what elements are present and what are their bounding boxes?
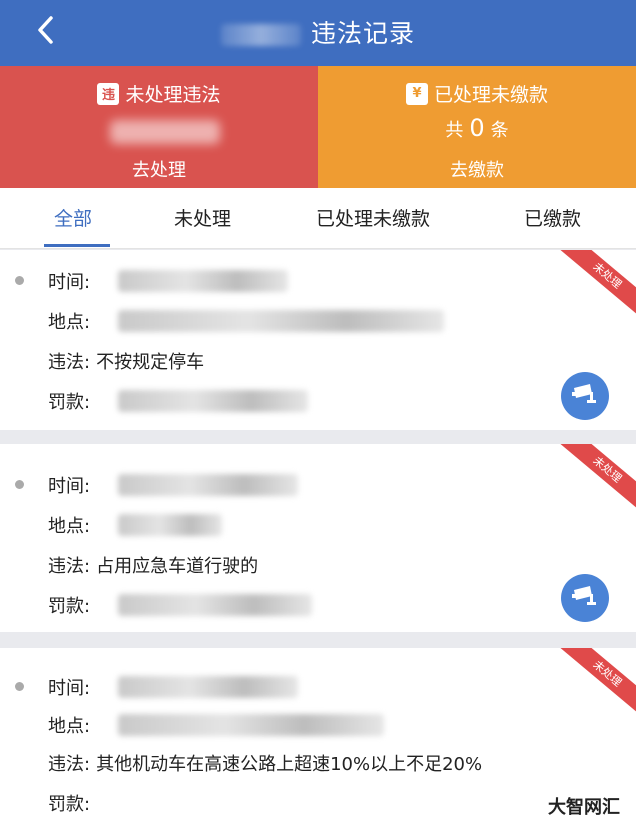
time-row: 时间: xyxy=(48,476,91,497)
tab-unprocessed[interactable]: 未处理 xyxy=(174,204,231,231)
fine-row: 罚款: xyxy=(48,794,91,815)
bullet-dot xyxy=(15,480,24,489)
redacted-time xyxy=(118,474,298,496)
location-row: 地点: xyxy=(48,516,91,537)
go-pay-link[interactable]: 去缴款 xyxy=(318,156,636,182)
app-header: 违法记录 xyxy=(0,0,636,66)
camera-button[interactable] xyxy=(561,372,609,420)
filter-tabs: 全部 未处理 已处理未缴款 已缴款 xyxy=(0,188,636,249)
redacted-count xyxy=(110,120,220,144)
redacted-fine xyxy=(118,390,308,412)
violation-icon: 违 xyxy=(97,82,120,105)
location-row: 地点: xyxy=(48,312,91,333)
status-ribbon: 未处理 xyxy=(558,250,636,320)
redacted-plate xyxy=(220,24,301,46)
time-row: 时间: xyxy=(48,272,91,293)
violation-text: 不按规定停车 xyxy=(96,352,205,373)
violation-row: 违法: 占用应急车道行驶的 xyxy=(48,556,259,577)
redacted-location xyxy=(118,714,384,736)
bullet-dot xyxy=(15,682,24,691)
yuan-icon: ¥ xyxy=(405,82,428,105)
unpaid-label: 已处理未缴款 xyxy=(433,84,548,106)
redacted-time xyxy=(118,270,288,292)
active-tab-indicator xyxy=(44,244,110,247)
summary-panel: 违 未处理违法 去处理 ¥ 已处理未缴款 共0条 去缴款 xyxy=(0,66,636,188)
violation-text: 其他机动车在高速公路上超速10%以上不足20% xyxy=(96,754,483,775)
redacted-fine xyxy=(118,594,312,616)
redacted-location xyxy=(118,310,444,332)
violation-row: 违法: 不按规定停车 xyxy=(48,352,205,373)
tab-paid[interactable]: 已缴款 xyxy=(524,204,581,231)
redacted-time xyxy=(118,676,298,698)
bullet-dot xyxy=(15,276,24,285)
page-title: 违法记录 xyxy=(0,14,636,50)
time-row: 时间: xyxy=(48,678,91,699)
record-card[interactable]: 未处理 时间: 地点: 违法: 占用应急车道行驶的 罚款: xyxy=(0,444,636,632)
redacted-location xyxy=(118,514,222,536)
status-ribbon: 未处理 xyxy=(558,444,636,514)
unpaid-card[interactable]: ¥ 已处理未缴款 共0条 去缴款 xyxy=(318,66,636,188)
watermark: 大智网汇 xyxy=(538,787,630,825)
camera-icon xyxy=(570,584,600,612)
fine-row: 罚款: xyxy=(48,596,91,617)
violation-row: 违法: 其他机动车在高速公路上超速10%以上不足20% xyxy=(48,754,483,775)
go-process-link[interactable]: 去处理 xyxy=(0,156,318,182)
fine-row: 罚款: xyxy=(48,392,91,413)
violation-text: 占用应急车道行驶的 xyxy=(96,556,259,577)
record-card[interactable]: 未处理 时间: 地点: 违法: 不按规定停车 罚款: xyxy=(0,250,636,430)
camera-button[interactable] xyxy=(561,574,609,622)
location-row: 地点: xyxy=(48,716,91,737)
unprocessed-card[interactable]: 违 未处理违法 去处理 xyxy=(0,66,318,188)
status-ribbon: 未处理 xyxy=(558,648,636,718)
unpaid-count: 共0条 xyxy=(445,114,509,142)
unprocessed-label: 未处理违法 xyxy=(125,84,221,106)
tab-all[interactable]: 全部 xyxy=(54,204,92,231)
tab-processed-unpaid[interactable]: 已处理未缴款 xyxy=(316,204,430,231)
camera-icon xyxy=(570,382,600,410)
